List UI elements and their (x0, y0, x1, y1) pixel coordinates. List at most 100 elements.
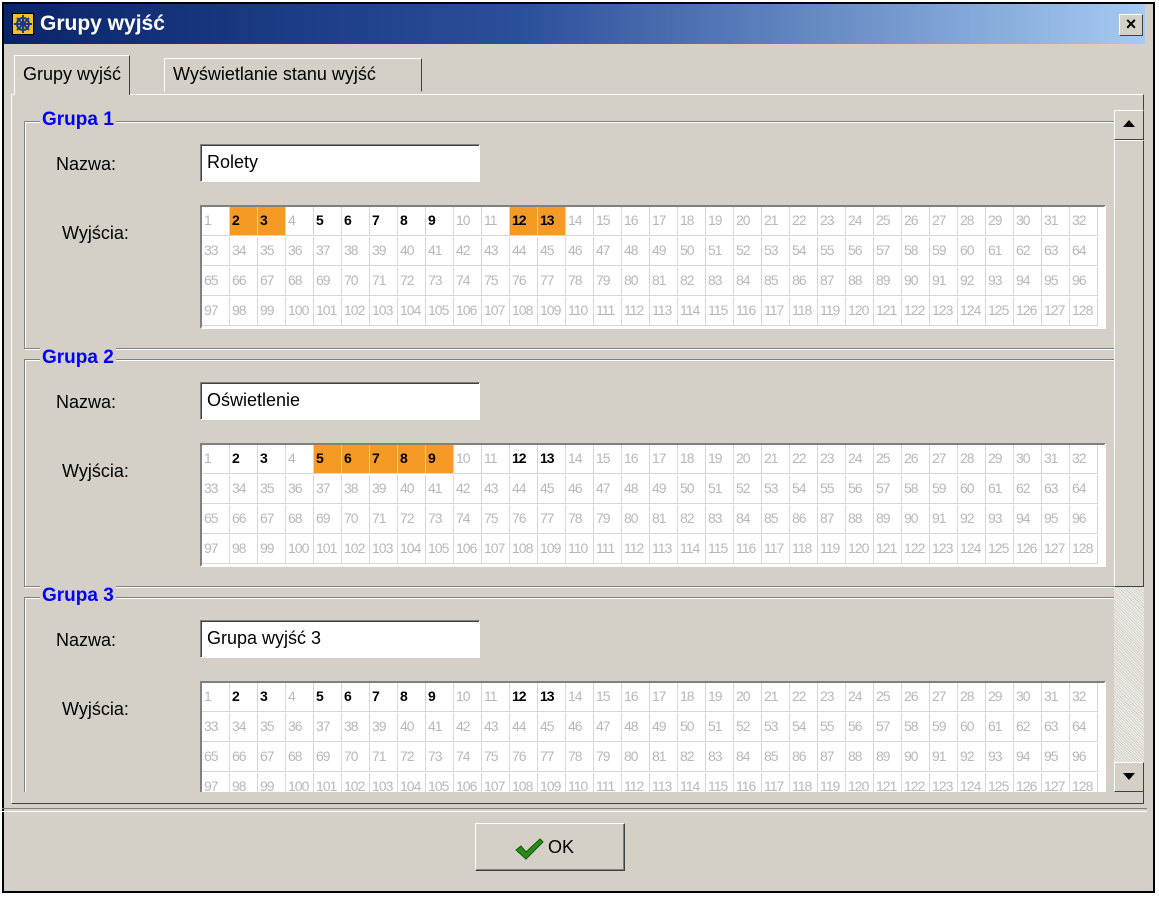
output-cell[interactable]: 121 (874, 773, 902, 792)
output-cell[interactable]: 77 (538, 267, 566, 296)
output-cell[interactable]: 70 (342, 743, 370, 772)
output-cell[interactable]: 2 (230, 445, 258, 474)
output-cell[interactable]: 93 (986, 505, 1014, 534)
output-cell[interactable]: 119 (818, 773, 846, 792)
output-cell[interactable]: 63 (1042, 475, 1070, 504)
output-cell[interactable]: 64 (1070, 713, 1098, 742)
output-cell[interactable]: 101 (314, 535, 342, 564)
output-cell[interactable]: 73 (426, 267, 454, 296)
output-cell[interactable]: 12 (510, 445, 538, 474)
output-cell[interactable]: 82 (678, 267, 706, 296)
output-cell[interactable]: 76 (510, 267, 538, 296)
output-cell[interactable]: 46 (566, 475, 594, 504)
output-cell[interactable]: 79 (594, 267, 622, 296)
output-cell[interactable]: 41 (426, 237, 454, 266)
output-cell[interactable]: 72 (398, 505, 426, 534)
output-cell[interactable]: 110 (566, 297, 594, 326)
output-cell[interactable]: 7 (370, 445, 398, 474)
output-cell[interactable]: 102 (342, 535, 370, 564)
output-cell[interactable]: 7 (370, 207, 398, 236)
output-cell[interactable]: 31 (1042, 445, 1070, 474)
output-cell[interactable]: 92 (958, 743, 986, 772)
output-cell[interactable]: 34 (230, 475, 258, 504)
output-cell[interactable]: 34 (230, 237, 258, 266)
output-cell[interactable]: 4 (286, 207, 314, 236)
output-cell[interactable]: 24 (846, 445, 874, 474)
outputs-grid[interactable]: 1 2 3 4 5 6 7 8 9 10 11 12 13 14 15 16 17 18 19 20 21 22 23 24 2… (200, 205, 1106, 329)
output-cell[interactable]: 65 (202, 505, 230, 534)
output-cell[interactable]: 93 (986, 743, 1014, 772)
output-cell[interactable]: 52 (734, 237, 762, 266)
output-cell[interactable]: 118 (790, 297, 818, 326)
output-cell[interactable]: 8 (398, 207, 426, 236)
output-cell[interactable]: 77 (538, 743, 566, 772)
output-cell[interactable]: 124 (958, 773, 986, 792)
output-cell[interactable]: 85 (762, 505, 790, 534)
scrollbar-track[interactable] (1114, 587, 1144, 762)
output-cell[interactable]: 55 (818, 475, 846, 504)
output-cell[interactable]: 56 (846, 713, 874, 742)
output-cell[interactable]: 90 (902, 267, 930, 296)
output-cell[interactable]: 115 (706, 297, 734, 326)
output-cell[interactable]: 112 (622, 535, 650, 564)
output-cell[interactable]: 1 (202, 207, 230, 236)
output-cell[interactable]: 112 (622, 297, 650, 326)
output-cell[interactable]: 113 (650, 535, 678, 564)
output-cell[interactable]: 18 (678, 207, 706, 236)
output-cell[interactable]: 75 (482, 743, 510, 772)
output-cell[interactable]: 94 (1014, 505, 1042, 534)
output-cell[interactable]: 100 (286, 773, 314, 792)
output-cell[interactable]: 62 (1014, 475, 1042, 504)
output-cell[interactable]: 31 (1042, 683, 1070, 712)
output-cell[interactable]: 2 (230, 207, 258, 236)
output-cell[interactable]: 9 (426, 445, 454, 474)
output-cell[interactable]: 8 (398, 683, 426, 712)
output-cell[interactable]: 109 (538, 535, 566, 564)
output-cell[interactable]: 119 (818, 535, 846, 564)
output-cell[interactable]: 22 (790, 683, 818, 712)
output-cell[interactable]: 103 (370, 773, 398, 792)
output-cell[interactable]: 6 (342, 683, 370, 712)
output-cell[interactable]: 68 (286, 267, 314, 296)
output-cell[interactable]: 88 (846, 505, 874, 534)
output-cell[interactable]: 107 (482, 773, 510, 792)
output-cell[interactable]: 86 (790, 743, 818, 772)
output-cell[interactable]: 128 (1070, 773, 1098, 792)
output-cell[interactable]: 99 (258, 773, 286, 792)
output-cell[interactable]: 98 (230, 773, 258, 792)
output-cell[interactable]: 79 (594, 505, 622, 534)
output-cell[interactable]: 27 (930, 445, 958, 474)
output-cell[interactable]: 58 (902, 237, 930, 266)
output-cell[interactable]: 90 (902, 505, 930, 534)
output-cell[interactable]: 69 (314, 505, 342, 534)
output-cell[interactable]: 100 (286, 297, 314, 326)
output-cell[interactable]: 76 (510, 743, 538, 772)
output-cell[interactable]: 66 (230, 743, 258, 772)
output-cell[interactable]: 21 (762, 683, 790, 712)
output-cell[interactable]: 76 (510, 505, 538, 534)
output-cell[interactable]: 91 (930, 505, 958, 534)
output-cell[interactable]: 127 (1042, 773, 1070, 792)
output-cell[interactable]: 19 (706, 445, 734, 474)
output-cell[interactable]: 91 (930, 743, 958, 772)
output-cell[interactable]: 73 (426, 743, 454, 772)
output-cell[interactable]: 56 (846, 475, 874, 504)
output-cell[interactable]: 51 (706, 713, 734, 742)
output-cell[interactable]: 42 (454, 237, 482, 266)
output-cell[interactable]: 10 (454, 445, 482, 474)
title-bar[interactable]: Grupy wyjść × (4, 4, 1145, 44)
output-cell[interactable]: 39 (370, 475, 398, 504)
output-cell[interactable]: 12 (510, 207, 538, 236)
output-cell[interactable]: 122 (902, 297, 930, 326)
output-cell[interactable]: 109 (538, 773, 566, 792)
output-cell[interactable]: 16 (622, 207, 650, 236)
output-cell[interactable]: 8 (398, 445, 426, 474)
output-cell[interactable]: 2 (230, 683, 258, 712)
output-cell[interactable]: 79 (594, 743, 622, 772)
output-cell[interactable]: 1 (202, 445, 230, 474)
output-cell[interactable]: 111 (594, 297, 622, 326)
output-cell[interactable]: 57 (874, 237, 902, 266)
output-cell[interactable]: 101 (314, 773, 342, 792)
output-cell[interactable]: 127 (1042, 297, 1070, 326)
output-cell[interactable]: 30 (1014, 445, 1042, 474)
